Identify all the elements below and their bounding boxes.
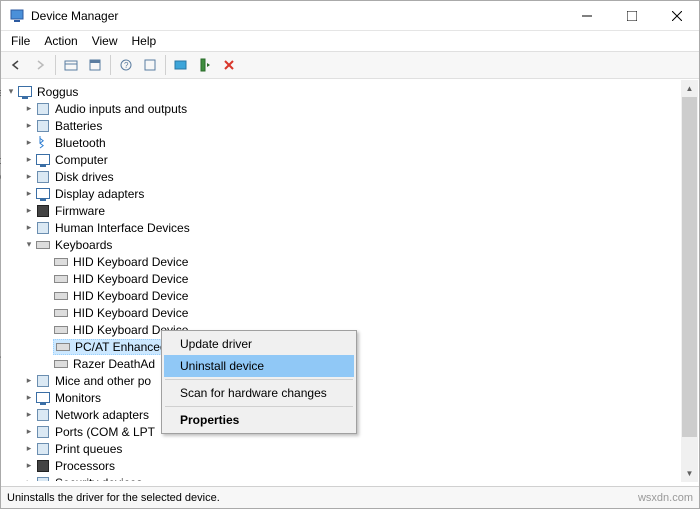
- keyboard-icon: [55, 339, 71, 355]
- computer-icon: [35, 152, 51, 168]
- forward-button[interactable]: [29, 54, 51, 76]
- close-button[interactable]: [654, 1, 699, 30]
- computer-icon: [17, 84, 33, 100]
- context-scan-hardware[interactable]: Scan for hardware changes: [164, 382, 354, 404]
- keyboard-icon: [53, 305, 69, 321]
- menu-help[interactable]: Help: [132, 34, 157, 48]
- chevron-right-icon[interactable]: ▸: [23, 120, 35, 131]
- toolbar-icon-1[interactable]: [139, 54, 161, 76]
- svg-text:?: ?: [124, 61, 129, 70]
- scroll-track[interactable]: [681, 97, 698, 465]
- status-text: Uninstalls the driver for the selected d…: [7, 492, 220, 504]
- context-separator: [165, 379, 353, 380]
- tree-node-hid[interactable]: ▸Human Interface Devices: [1, 219, 699, 236]
- chevron-down-icon[interactable]: ▾: [5, 86, 17, 97]
- back-button[interactable]: [5, 54, 27, 76]
- vertical-scrollbar[interactable]: ▲ ▼: [681, 80, 698, 482]
- chevron-right-icon[interactable]: ▸: [23, 222, 35, 233]
- network-icon: [35, 407, 51, 423]
- shield-icon: [35, 475, 51, 482]
- minimize-button[interactable]: [564, 1, 609, 30]
- chevron-right-icon[interactable]: ▸: [23, 137, 35, 148]
- monitor-icon: [35, 390, 51, 406]
- tree-node-processors[interactable]: ▸Processors: [1, 457, 699, 474]
- tree-leaf-keyboard[interactable]: HID Keyboard Device: [1, 304, 699, 321]
- chevron-right-icon[interactable]: ▸: [23, 392, 35, 403]
- context-uninstall-device[interactable]: Uninstall device: [164, 355, 354, 377]
- tree-leaf-keyboard[interactable]: HID Keyboard Device: [1, 253, 699, 270]
- audio-icon: [35, 101, 51, 117]
- chevron-right-icon[interactable]: ▸: [23, 188, 35, 199]
- chevron-right-icon[interactable]: ▸: [23, 426, 35, 437]
- chevron-right-icon[interactable]: ▸: [23, 375, 35, 386]
- context-properties[interactable]: Properties: [164, 409, 354, 431]
- toolbar: ?: [1, 51, 699, 79]
- keyboard-icon: [53, 322, 69, 338]
- keyboard-icon: [53, 288, 69, 304]
- window-title: Device Manager: [31, 9, 118, 23]
- menu-view[interactable]: View: [92, 34, 118, 48]
- chevron-right-icon[interactable]: ▸: [23, 443, 35, 454]
- show-hidden-button[interactable]: [60, 54, 82, 76]
- mouse-icon: [35, 373, 51, 389]
- tree-node-print[interactable]: ▸Print queues: [1, 440, 699, 457]
- watermark-text: wsxdn.com: [638, 492, 693, 504]
- scan-hardware-button[interactable]: [194, 54, 216, 76]
- keyboard-icon: [53, 254, 69, 270]
- ports-icon: [35, 424, 51, 440]
- tree-node-audio[interactable]: ▸Audio inputs and outputs: [1, 100, 699, 117]
- maximize-button[interactable]: [609, 1, 654, 30]
- bluetooth-icon: [35, 135, 51, 151]
- tree-leaf-keyboard[interactable]: HID Keyboard Device: [1, 270, 699, 287]
- tree-node-security[interactable]: ▸Security devices: [1, 474, 699, 481]
- tree-node-display[interactable]: ▸Display adapters: [1, 185, 699, 202]
- window-titlebar: Device Manager: [1, 1, 699, 31]
- scroll-thumb[interactable]: [682, 97, 697, 437]
- cpu-icon: [35, 458, 51, 474]
- context-separator: [165, 406, 353, 407]
- scroll-down-button[interactable]: ▼: [681, 465, 698, 482]
- display-icon: [35, 186, 51, 202]
- scroll-up-button[interactable]: ▲: [681, 80, 698, 97]
- menu-file[interactable]: File: [11, 34, 30, 48]
- help-button[interactable]: ?: [115, 54, 137, 76]
- chevron-right-icon[interactable]: ▸: [23, 409, 35, 420]
- tree-node-bluetooth[interactable]: ▸Bluetooth: [1, 134, 699, 151]
- printer-icon: [35, 441, 51, 457]
- chevron-down-icon[interactable]: ▾: [23, 239, 35, 250]
- tree-node-firmware[interactable]: ▸Firmware: [1, 202, 699, 219]
- chevron-right-icon[interactable]: ▸: [23, 205, 35, 216]
- chevron-right-icon[interactable]: ▸: [23, 171, 35, 182]
- battery-icon: [35, 118, 51, 134]
- tree-leaf-keyboard[interactable]: HID Keyboard Device: [1, 287, 699, 304]
- chevron-right-icon[interactable]: ▸: [23, 460, 35, 471]
- properties-button[interactable]: [84, 54, 106, 76]
- tree-node-keyboards[interactable]: ▾Keyboards: [1, 236, 699, 253]
- context-update-driver[interactable]: Update driver: [164, 333, 354, 355]
- chevron-right-icon[interactable]: ▸: [23, 477, 35, 481]
- update-driver-button[interactable]: [170, 54, 192, 76]
- uninstall-device-button[interactable]: [218, 54, 240, 76]
- statusbar: Uninstalls the driver for the selected d…: [1, 486, 699, 508]
- firmware-icon: [35, 203, 51, 219]
- keyboard-icon: [53, 271, 69, 287]
- menu-action[interactable]: Action: [44, 34, 77, 48]
- keyboard-icon: [35, 237, 51, 253]
- disk-icon: [35, 169, 51, 185]
- menubar: File Action View Help: [1, 31, 699, 51]
- tree-node-computer[interactable]: ▸Computer: [1, 151, 699, 168]
- tree-node-batteries[interactable]: ▸Batteries: [1, 117, 699, 134]
- tree-root[interactable]: ▾ Roggus: [1, 83, 699, 100]
- context-menu: Update driver Uninstall device Scan for …: [161, 330, 357, 434]
- chevron-right-icon[interactable]: ▸: [23, 103, 35, 114]
- hid-icon: [35, 220, 51, 236]
- keyboard-icon: [53, 356, 69, 372]
- tree-node-disk[interactable]: ▸Disk drives: [1, 168, 699, 185]
- chevron-right-icon[interactable]: ▸: [23, 154, 35, 165]
- app-icon: [9, 8, 25, 24]
